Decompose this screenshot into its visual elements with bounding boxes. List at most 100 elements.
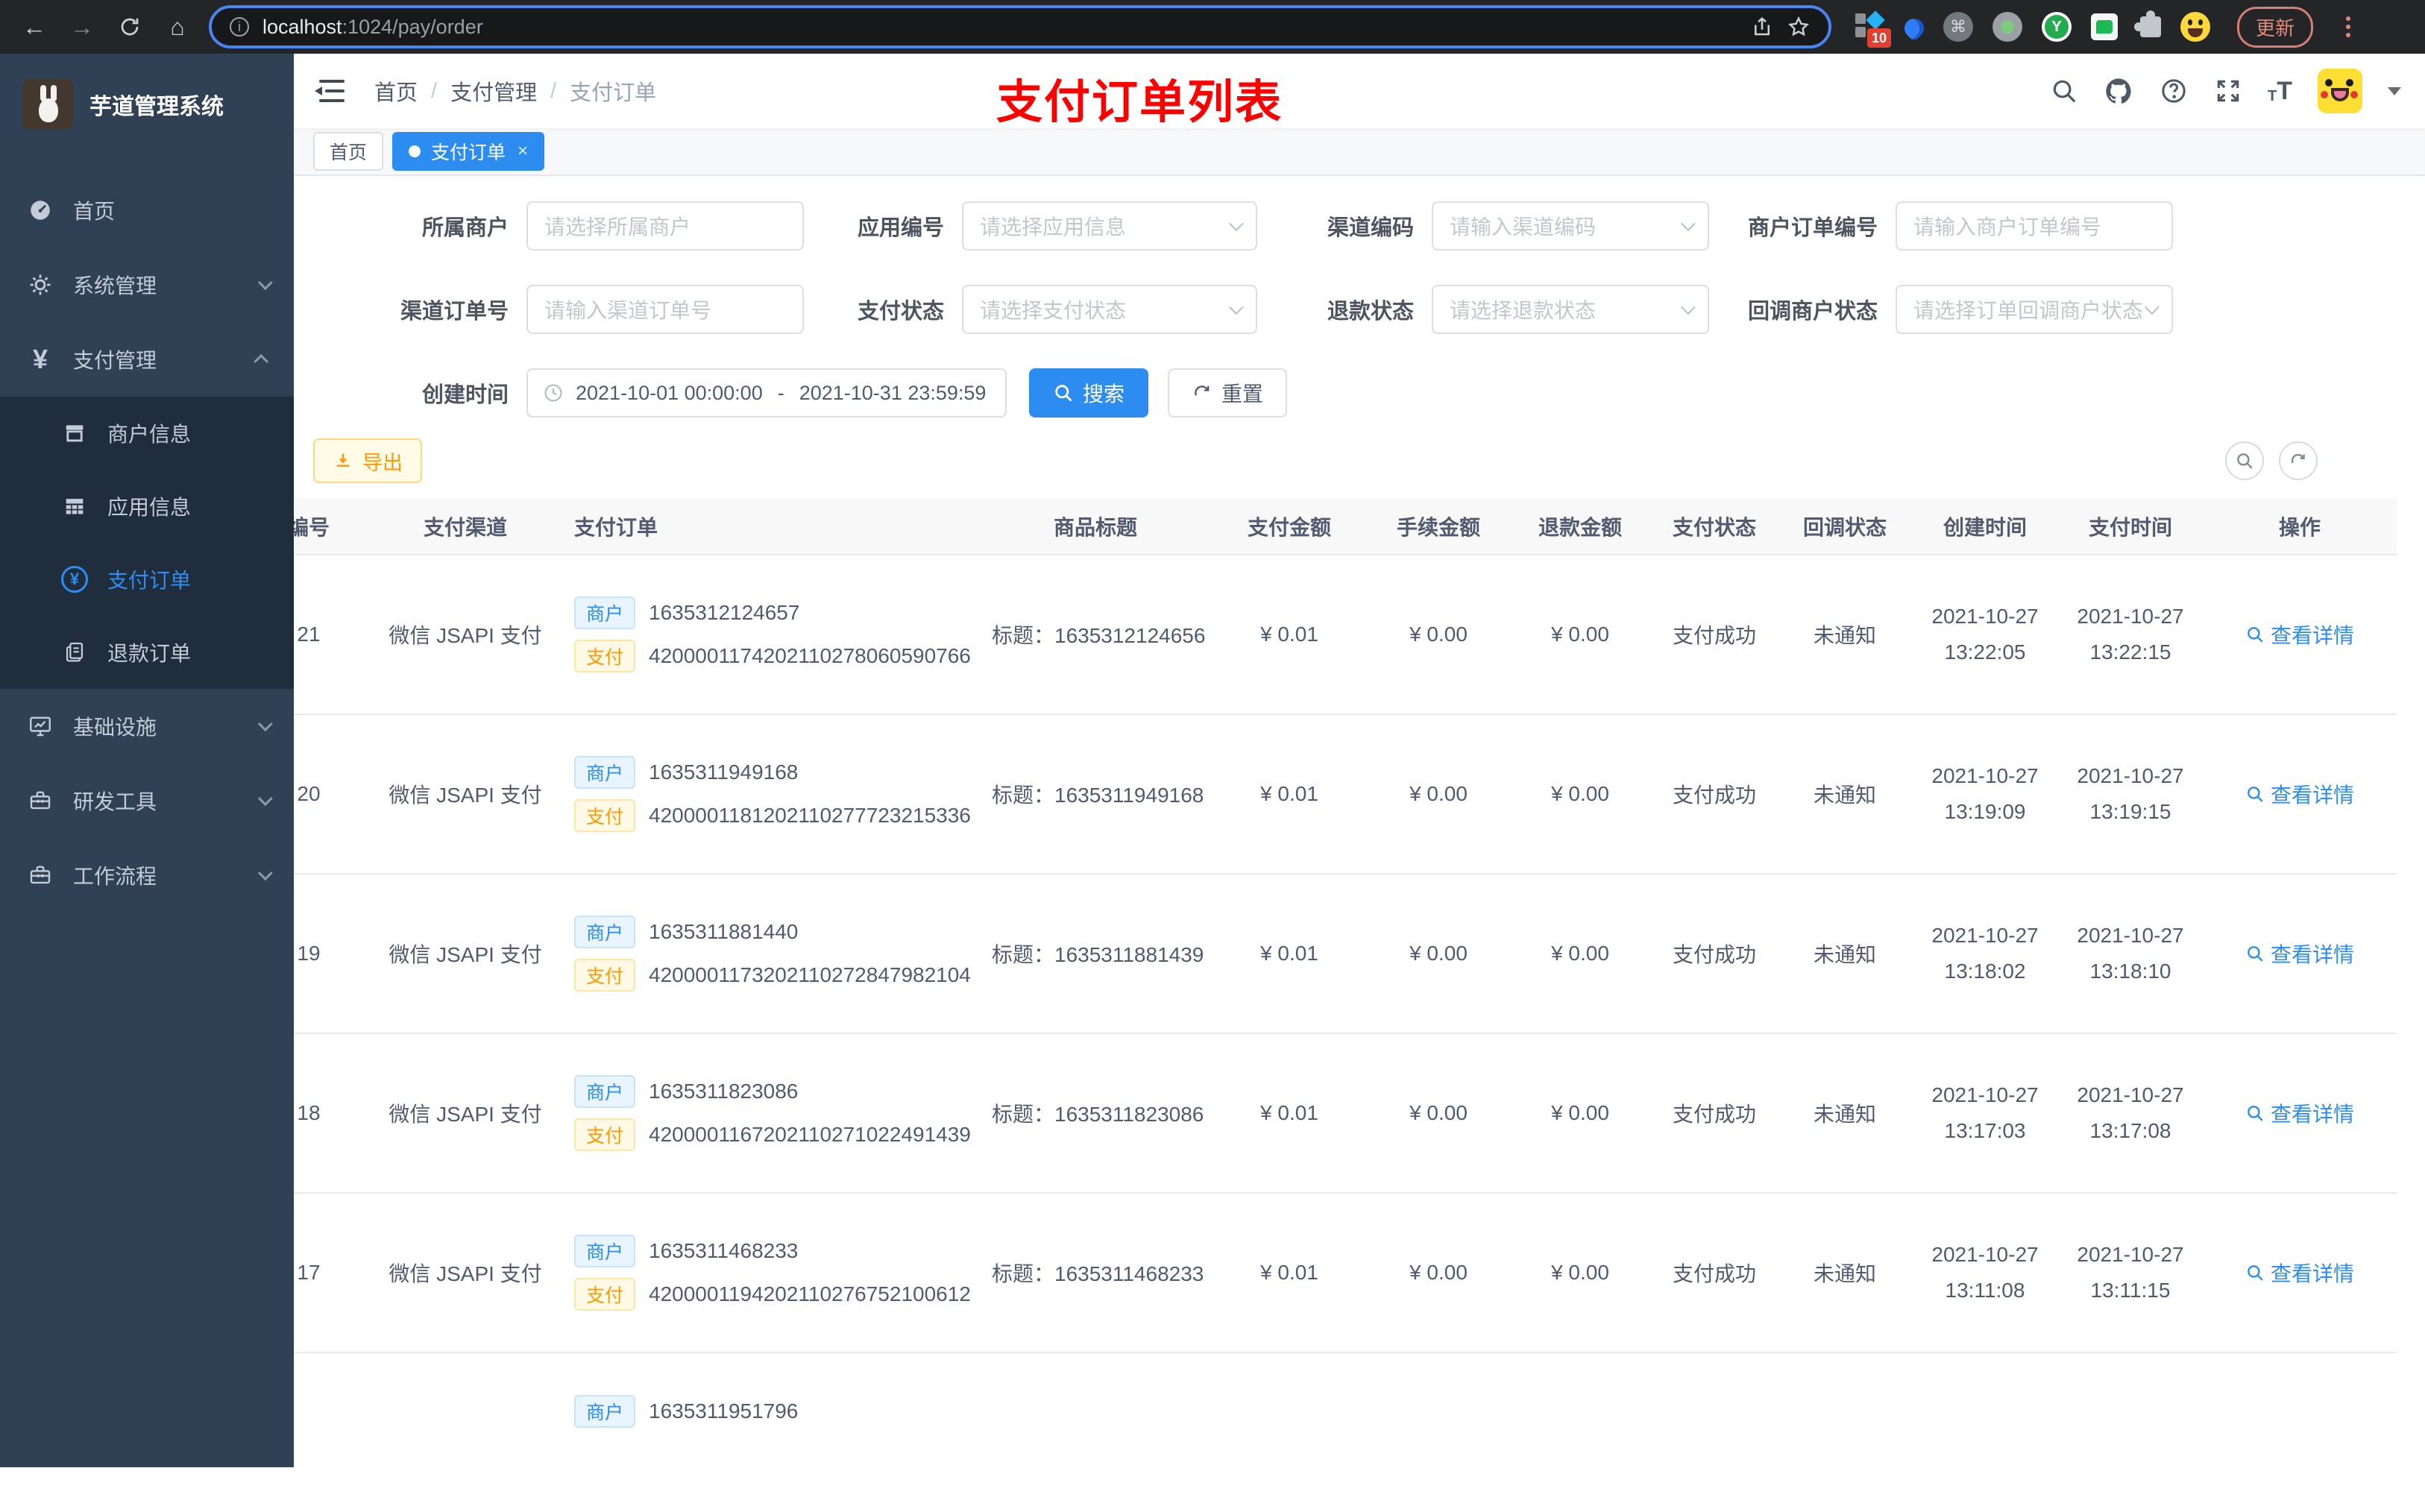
chrome-update-button[interactable]: 更新	[2237, 6, 2314, 48]
breadcrumb-separator: /	[431, 78, 438, 103]
forward-icon[interactable]: →	[63, 7, 101, 46]
back-icon[interactable]: ←	[15, 7, 54, 46]
browser-menu-icon[interactable]	[2346, 16, 2351, 37]
clock-icon	[544, 384, 562, 402]
export-button-label: 导出	[362, 451, 403, 474]
reset-button[interactable]: 重置	[1168, 368, 1288, 418]
cell-refund: ¥ 0.00	[1509, 874, 1651, 1034]
document-icon	[61, 640, 88, 665]
search-button[interactable]: 搜索	[1029, 368, 1149, 418]
view-detail-link[interactable]: 查看详情	[2245, 620, 2354, 649]
chat-extension-icon[interactable]	[2091, 13, 2118, 40]
tag-home[interactable]: 首页	[313, 132, 384, 171]
view-detail-link[interactable]: 查看详情	[2245, 939, 2354, 968]
y-extension-icon[interactable]: Y	[2042, 12, 2072, 42]
tag-close-icon[interactable]: ×	[518, 141, 528, 162]
table-refresh-button[interactable]	[2279, 441, 2318, 480]
cell-pay-time: 2021-10-27 13:19:15	[2058, 714, 2203, 875]
cell-refund: ¥ 0.00	[1509, 714, 1651, 875]
breadcrumb-payment[interactable]: 支付管理	[450, 75, 537, 107]
url-text: localhost:1024/pay/order	[262, 15, 483, 38]
github-icon[interactable]	[2104, 76, 2133, 106]
sidebar-item-home[interactable]: 首页	[0, 173, 294, 248]
cell-fee: ¥ 0.00	[1368, 1193, 1509, 1353]
user-avatar[interactable]	[2318, 69, 2362, 113]
export-button[interactable]: 导出	[313, 438, 422, 483]
sidebar-item-pay-order[interactable]: ¥ 支付订单	[0, 543, 294, 616]
breadcrumb-home[interactable]: 首页	[374, 75, 418, 107]
pay-tag: 支付	[574, 640, 636, 672]
home-icon[interactable]: ⌂	[158, 7, 197, 46]
command-extension-icon[interactable]: ⌘	[1943, 12, 1973, 42]
cell-create-time: 2021-10-27 13:11:08	[1912, 1193, 2058, 1353]
view-detail-label: 查看详情	[2270, 943, 2354, 966]
col-notify-status: 回调状态	[1778, 498, 1912, 555]
extensions-puzzle-icon[interactable]	[2134, 10, 2161, 37]
search-icon[interactable]	[2050, 77, 2078, 105]
view-detail-link[interactable]: 查看详情	[2245, 779, 2354, 809]
reload-icon[interactable]	[110, 7, 149, 46]
notify-status-select[interactable]: 请选择订单回调商户状态	[1896, 285, 2173, 334]
table-row: 21 微信 JSAPI 支付 商户 1635312124657 支付 42000…	[294, 555, 2397, 715]
table-search-toggle-button[interactable]	[2225, 441, 2264, 480]
merchant-tag: 商户	[574, 1075, 636, 1108]
help-icon[interactable]	[2159, 76, 2189, 106]
sidebar-collapse-icon[interactable]	[315, 80, 345, 102]
merchant-order-line: 商户 1635311949168	[574, 756, 980, 789]
cell-pay-status	[1651, 1352, 1778, 1512]
pay-tag: 支付	[574, 799, 636, 832]
view-detail-label: 查看详情	[2270, 624, 2354, 647]
channel-order-no-input[interactable]: 请输入渠道订单号	[526, 285, 804, 334]
address-bar[interactable]: i localhost:1024/pay/order	[209, 5, 1831, 48]
extensions-row: 10 ⌘ Y 更新	[1855, 6, 2356, 48]
page-title-annotation: 支付订单列表	[996, 77, 1283, 128]
col-action: 操作	[2203, 498, 2397, 555]
font-size-icon[interactable]: TT	[2268, 78, 2292, 104]
tag-pay-order[interactable]: 支付订单 ×	[392, 132, 545, 171]
balloon-extension-icon[interactable]	[1900, 14, 1928, 42]
merchant-tag: 商户	[574, 756, 636, 789]
sidebar-item-app-info[interactable]: 应用信息	[0, 470, 294, 543]
cell-notify-status: 未通知	[1778, 714, 1912, 875]
pay-status-select[interactable]: 请选择支付状态	[962, 285, 1257, 334]
pay-no: 4200001181202110277723215336	[649, 804, 971, 827]
bookmark-star-icon[interactable]	[1787, 15, 1811, 39]
cell-action: 查看详情	[2203, 714, 2397, 875]
cell-title	[980, 1352, 1211, 1512]
cell-pay-status: 支付成功	[1651, 1193, 1778, 1353]
refresh-icon	[1195, 385, 1210, 396]
devtools-extension-icon[interactable]: 10	[1855, 10, 1891, 48]
site-info-icon[interactable]: i	[230, 17, 249, 37]
magnifier-icon	[2248, 787, 2263, 802]
col-refund: 退款金额	[1509, 498, 1651, 555]
view-detail-link[interactable]: 查看详情	[2245, 1258, 2354, 1288]
sidebar-item-infrastructure[interactable]: 基础设施	[0, 689, 294, 763]
pay-no: 4200001173202110272847982104	[649, 963, 971, 986]
sidebar-item-workflow[interactable]: 工作流程	[0, 838, 294, 913]
app-select[interactable]: 请选择应用信息	[962, 201, 1257, 251]
sidebar-item-payment[interactable]: ¥ 支付管理	[0, 322, 294, 397]
refund-status-select[interactable]: 请选择退款状态	[1432, 285, 1709, 334]
sidebar-item-merchant-info[interactable]: 商户信息	[0, 397, 294, 470]
cell-channel: 微信 JSAPI 支付	[383, 714, 547, 875]
order-table-wrapper: 编号 支付渠道 支付订单 商品标题 支付金额 手续金额 退款金额 支付状态 回调…	[294, 498, 2425, 1512]
cell-pay-time: 2021-10-27 13:18:10	[2058, 874, 2203, 1034]
view-detail-link[interactable]: 查看详情	[2245, 1098, 2354, 1128]
cell-fee: ¥ 0.00	[1368, 874, 1509, 1034]
fullscreen-icon[interactable]	[2214, 77, 2242, 105]
merchant-input[interactable]: 请选择所属商户	[526, 201, 804, 251]
cell-create-time: 2021-10-27 13:18:02	[1912, 874, 2058, 1034]
merchant-order-no-input[interactable]: 请输入商户订单编号	[1896, 201, 2173, 251]
sidebar-item-refund-order[interactable]: 退款订单	[0, 616, 294, 689]
share-icon[interactable]	[1751, 15, 1773, 39]
sidebar-item-dev-tools[interactable]: 研发工具	[0, 763, 294, 838]
avatar-caret-icon[interactable]	[2388, 87, 2401, 102]
date-range-input[interactable]: 2021-10-01 00:00:00 - 2021-10-31 23:59:5…	[526, 368, 1007, 418]
sidebar-item-system[interactable]: 系统管理	[0, 248, 294, 322]
sidebar-item-label: 商户信息	[107, 423, 192, 446]
channel-code-select[interactable]: 请输入渠道编码	[1432, 201, 1709, 251]
cell-pay-time: 2021-10-27 13:11:15	[2058, 1193, 2203, 1353]
date-separator: -	[777, 381, 784, 404]
emoji-extension-icon[interactable]	[2180, 12, 2210, 42]
recorder-extension-icon[interactable]	[1992, 12, 2022, 42]
